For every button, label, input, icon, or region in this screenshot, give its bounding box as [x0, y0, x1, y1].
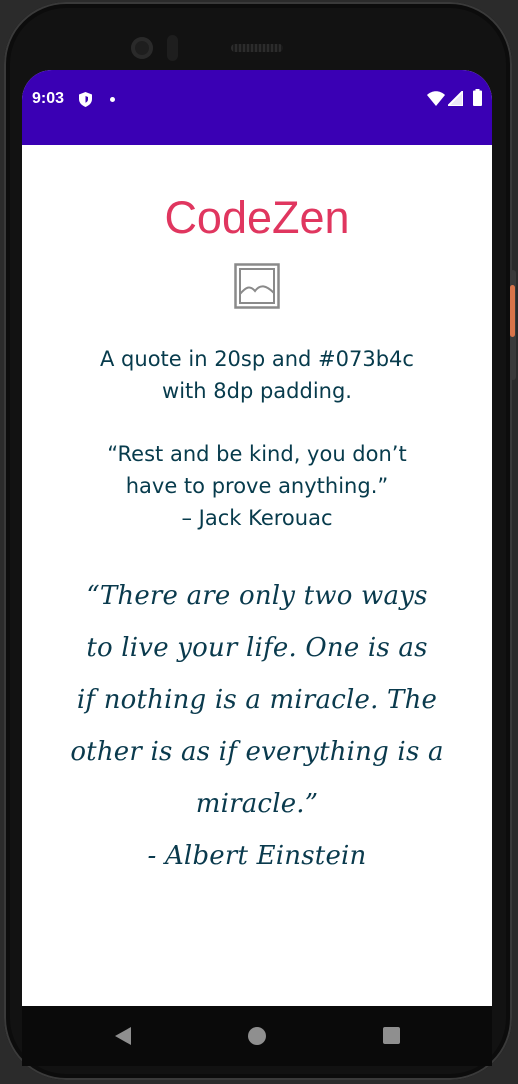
kerouac-quote: “Rest and be kind, you don’t have to pro… [52, 438, 462, 534]
shield-icon [79, 92, 92, 107]
kerouac-quote-author: – Jack Kerouac [181, 506, 333, 530]
einstein-quote-line-2: to live your life. One is as [86, 633, 428, 663]
kerouac-quote-line-2: have to prove anything.” [125, 474, 389, 498]
screen: 9:03 CodeZen A quote in 20sp and #073b4c… [22, 70, 492, 1006]
einstein-quote: “There are only two ways to live your li… [40, 570, 474, 882]
front-camera [131, 37, 153, 59]
einstein-quote-line-5: miracle.” [195, 789, 319, 819]
einstein-quote-line-1: “There are only two ways [86, 581, 428, 611]
earpiece-speaker [231, 44, 283, 52]
intro-quote-line-1: A quote in 20sp and #073b4c [100, 347, 414, 371]
intro-quote-line-2: with 8dp padding. [162, 379, 352, 403]
battery-icon [473, 89, 482, 106]
signal-icon [448, 91, 463, 106]
wifi-icon [427, 91, 445, 106]
status-time: 9:03 [32, 90, 65, 107]
image-placeholder-icon [234, 263, 280, 309]
proximity-sensor [167, 35, 178, 61]
kerouac-quote-line-1: “Rest and be kind, you don’t [107, 442, 407, 466]
einstein-quote-line-3: if nothing is a miracle. The [76, 685, 438, 715]
navigation-bar [22, 1006, 492, 1066]
power-button-accent [510, 285, 515, 337]
intro-quote: A quote in 20sp and #073b4c with 8dp pad… [52, 343, 462, 407]
status-bar: 9:03 [22, 70, 492, 145]
home-icon[interactable] [248, 1027, 266, 1045]
back-icon[interactable] [115, 1027, 131, 1045]
einstein-quote-author: - Albert Einstein [147, 841, 367, 871]
app-title: CodeZen [164, 192, 350, 243]
einstein-quote-line-4: other is as if everything is a [70, 737, 444, 767]
notification-dot-icon [110, 97, 115, 102]
recents-icon[interactable] [383, 1027, 400, 1044]
